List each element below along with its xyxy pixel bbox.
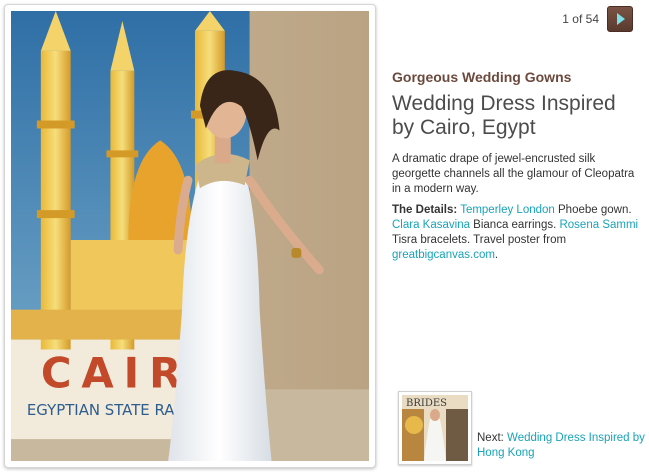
designer-item-text: Phoebe gown.	[554, 204, 632, 216]
bracelets-link[interactable]: Rosena Sammi	[559, 219, 638, 231]
gallery-pager: 1 of 54	[562, 6, 633, 32]
slide-title: Wedding Dress Inspired by Cairo, Egypt	[392, 92, 616, 139]
slide-description: A dramatic drape of jewel-encrusted silk…	[392, 153, 635, 195]
designer-link[interactable]: Temperley London	[460, 204, 555, 216]
earrings-link[interactable]: Clara Kasavina	[392, 219, 470, 231]
details-label: The Details:	[392, 204, 458, 216]
main-photo-frame: CAIR EGYPTIAN STATE RAI	[4, 4, 376, 468]
earrings-item-text: Bianca earrings.	[469, 219, 560, 231]
bracelets-item-text: Tisra bracelets. Travel poster from	[392, 234, 567, 246]
poster-city-text: CAIR	[41, 348, 191, 397]
next-prefix: Next:	[477, 432, 508, 444]
next-slide-label: Next: Wedding Dress Inspired by Hong Kon…	[477, 431, 647, 461]
slide-details: The Details: Temperley London Phoebe gow…	[392, 203, 647, 263]
poster-source-link[interactable]: greatbigcanvas.com	[392, 249, 495, 261]
poster-subtitle-text: EGYPTIAN STATE RAI	[27, 401, 179, 419]
play-arrow-icon	[617, 13, 625, 25]
gallery-category: Gorgeous Wedding Gowns	[392, 69, 572, 85]
wedding-dress-photo: CAIR EGYPTIAN STATE RAI	[11, 11, 369, 461]
next-slide-button[interactable]	[607, 6, 633, 32]
details-end: .	[494, 249, 499, 261]
slide-counter: 1 of 54	[562, 12, 599, 26]
next-slide-thumbnail[interactable]: BRIDES	[398, 391, 472, 465]
thumbnail-magazine-text: BRIDES	[406, 398, 447, 409]
next-slide-thumbnail-image: BRIDES	[402, 395, 468, 461]
